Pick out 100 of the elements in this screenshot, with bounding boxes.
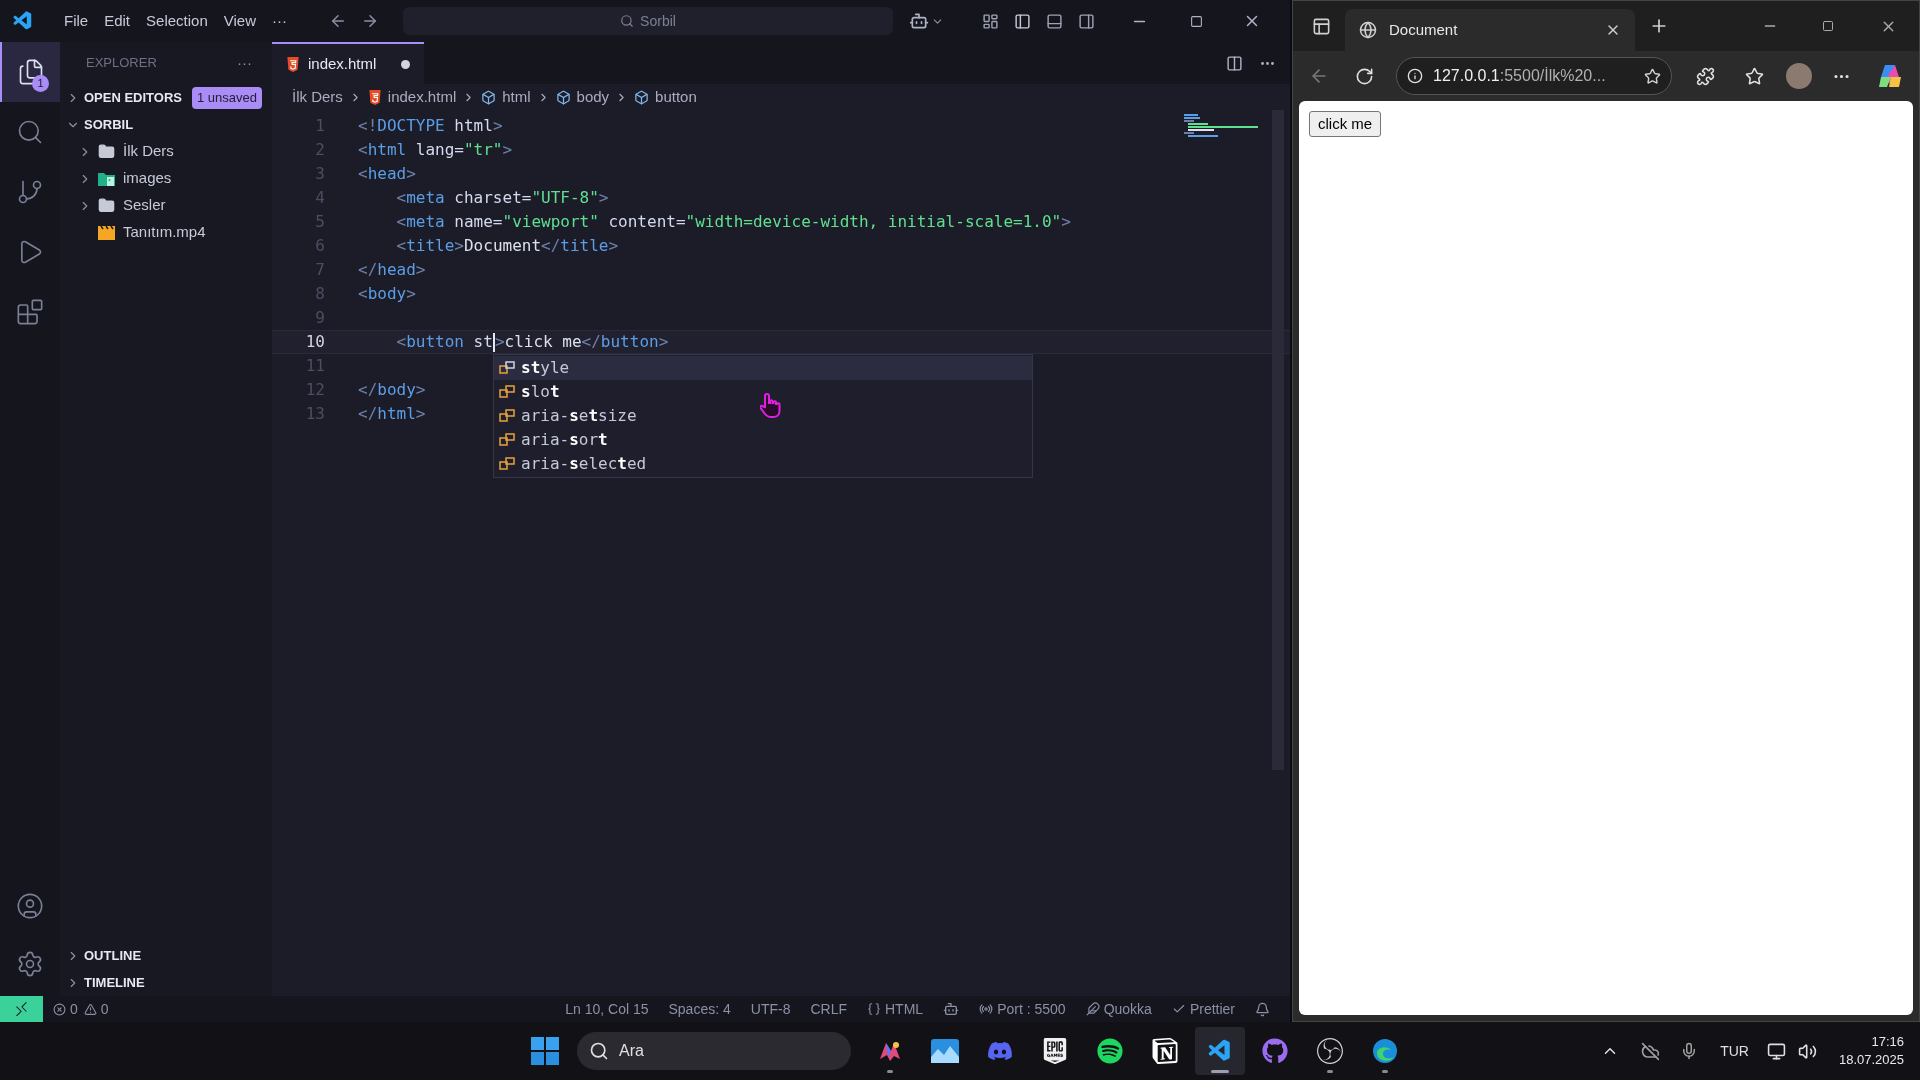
menu-item[interactable]: View: [215, 9, 264, 33]
line-number: 9: [314, 307, 325, 329]
status-item[interactable]: Spaces: 4: [668, 998, 731, 1020]
breadcrumb-item[interactable]: button: [634, 85, 697, 109]
windows-start-icon[interactable]: [531, 1037, 559, 1065]
code-line: <!DOCTYPE html>: [358, 115, 503, 137]
search-icon: [589, 1041, 609, 1061]
cube-icon: [555, 89, 571, 105]
file-tree-item[interactable]: İlk Ders: [60, 138, 272, 165]
line-number: 10: [304, 331, 325, 353]
code-line: </body>: [358, 379, 426, 401]
network-icon[interactable]: [1766, 1041, 1786, 1061]
suggestion-item[interactable]: style: [494, 356, 1032, 380]
search-icon: [620, 14, 635, 28]
menu-item[interactable]: ···: [264, 9, 295, 33]
status-item[interactable]: CRLF: [810, 998, 847, 1020]
maximize-icon[interactable]: [1190, 14, 1203, 28]
extensions-icon[interactable]: [1696, 66, 1715, 86]
suggestion-item[interactable]: slot: [494, 380, 1032, 404]
vscode-icon[interactable]: [1207, 1038, 1233, 1064]
language-indicator[interactable]: TUR: [1720, 1040, 1749, 1062]
github-icon[interactable]: [1262, 1038, 1288, 1064]
browser-tab[interactable]: Document: [1345, 9, 1635, 51]
quill-icon: [1085, 1002, 1100, 1016]
cube-icon: [481, 89, 497, 105]
property-icon: [499, 457, 515, 471]
editor-tab[interactable]: index.html: [272, 42, 424, 84]
panel-right-icon[interactable]: [1078, 12, 1095, 30]
notification-badge: 1: [32, 75, 49, 92]
section-header[interactable]: SORBIL: [60, 111, 272, 138]
breadcrumb-item[interactable]: İlk Ders: [292, 85, 343, 109]
section-header[interactable]: TIMELINE: [60, 969, 272, 996]
notion-icon[interactable]: [1152, 1038, 1178, 1064]
layout-icon[interactable]: [982, 12, 999, 30]
clock-date[interactable]: 18.07.2025: [1838, 1051, 1904, 1069]
reload-icon[interactable]: [1355, 66, 1374, 86]
breadcrumb-item[interactable]: html: [481, 85, 531, 109]
breadcrumb-item[interactable]: body: [555, 85, 610, 109]
menu-item[interactable]: File: [56, 9, 97, 33]
tab-actions-icon[interactable]: [1312, 16, 1331, 36]
command-center[interactable]: Sorbil: [403, 7, 893, 35]
click-me-button[interactable]: click me: [1309, 111, 1382, 137]
favorites-icon[interactable]: [1745, 66, 1764, 86]
split-editor-icon[interactable]: [1226, 54, 1243, 72]
file-tree-item[interactable]: Sesler: [60, 192, 272, 219]
panel-left-icon[interactable]: [1014, 12, 1031, 30]
obs-icon[interactable]: [1317, 1038, 1343, 1064]
address-bar[interactable]: 127.0.0.1:5500/İlk%20...: [1396, 57, 1672, 95]
info-icon: [1407, 68, 1423, 84]
copilot-icon[interactable]: [909, 11, 929, 31]
edge-icon[interactable]: [1371, 1037, 1399, 1065]
error-icon: [53, 1002, 66, 1016]
line-number: 4: [314, 187, 325, 209]
copilot-icon[interactable]: [1877, 63, 1903, 89]
status-item[interactable]: UTF-8: [750, 998, 791, 1020]
warning-count[interactable]: 0: [100, 998, 109, 1020]
status-item[interactable]: Prettier: [1171, 998, 1235, 1020]
status-item[interactable]: Ln 10, Col 15: [565, 998, 649, 1020]
menu-item[interactable]: Selection: [138, 9, 216, 33]
activity-bar-item[interactable]: 1: [0, 42, 60, 102]
taskbar-search-field[interactable]: Ara: [577, 1032, 851, 1070]
cloud-off-icon[interactable]: [1641, 1041, 1661, 1061]
maximize-icon[interactable]: [1822, 20, 1834, 32]
copilot-icon[interactable]: [943, 1001, 960, 1017]
property-icon: [499, 409, 515, 423]
line-number: 1: [314, 115, 325, 137]
menu-item[interactable]: Edit: [96, 9, 139, 33]
volume-icon[interactable]: [1797, 1041, 1817, 1061]
section-header[interactable]: OUTLINE: [60, 942, 272, 969]
status-item[interactable]: Quokka: [1085, 998, 1152, 1020]
sidebar-title: EXPLORER: [86, 54, 157, 73]
error-count[interactable]: 0: [70, 998, 78, 1020]
breadcrumb-item[interactable]: index.html: [367, 85, 457, 109]
suggestion-item[interactable]: aria-sort: [494, 428, 1032, 452]
panel-bottom-icon[interactable]: [1046, 12, 1063, 30]
spotify-icon[interactable]: [1097, 1038, 1123, 1064]
notifications-icon[interactable]: [1255, 1001, 1270, 1017]
remote-button[interactable]: [0, 996, 43, 1022]
warning-icon: [83, 1002, 97, 1016]
file-tree-item[interactable]: Tanıtım.mp4: [60, 219, 272, 246]
text-cursor: [492, 332, 495, 352]
pointer-hand-icon: [760, 392, 782, 418]
forward-arrow-icon[interactable]: [361, 12, 379, 30]
search-icon: [16, 118, 44, 146]
suggestion-item[interactable]: aria-setsize: [494, 404, 1032, 428]
settings-icon[interactable]: [16, 950, 44, 978]
suggestion-item[interactable]: aria-selected: [494, 452, 1032, 476]
more-actions-button[interactable]: ···: [237, 51, 252, 75]
status-item[interactable]: HTML: [867, 998, 924, 1020]
section-header[interactable]: OPEN EDITORS 1 unsaved: [60, 84, 272, 111]
favorite-star-icon[interactable]: [1644, 67, 1661, 85]
epic-games-icon[interactable]: [1042, 1038, 1068, 1064]
account-icon[interactable]: [16, 892, 44, 920]
code-line: </head>: [358, 259, 426, 281]
status-item[interactable]: Port : 5500: [979, 998, 1066, 1020]
property-icon: [499, 385, 515, 399]
file-tree-item[interactable]: images: [60, 165, 272, 192]
clock-time[interactable]: 17:16: [1871, 1033, 1904, 1051]
avatar[interactable]: [1786, 63, 1812, 89]
broadcast-icon: [979, 1002, 994, 1016]
